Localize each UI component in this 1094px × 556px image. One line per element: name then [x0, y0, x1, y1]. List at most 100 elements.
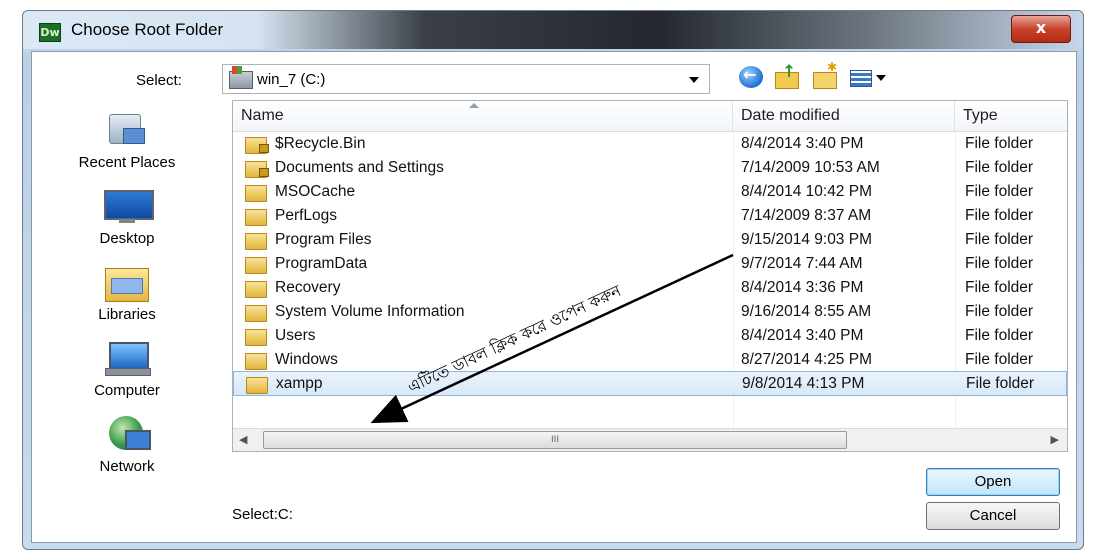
- column-date-label: Date modified: [741, 107, 840, 124]
- scroll-right-icon[interactable]: ▶: [1051, 433, 1059, 446]
- dialog-body: Select: win_7 (C:) Recent Places Desktop…: [31, 51, 1077, 543]
- file-type: File folder: [965, 207, 1034, 224]
- file-row[interactable]: System Volume Information 9/16/2014 8:55 …: [233, 300, 1067, 324]
- file-date-modified: 8/4/2014 3:40 PM: [741, 135, 864, 152]
- folder-icon: [245, 233, 267, 250]
- file-date-modified: 8/4/2014 3:40 PM: [741, 327, 864, 344]
- file-date-modified: 9/16/2014 8:55 AM: [741, 303, 872, 320]
- file-date-modified: 7/14/2009 8:37 AM: [741, 207, 872, 224]
- file-row[interactable]: Windows 8/27/2014 4:25 PM File folder: [233, 348, 1067, 372]
- window-title: Choose Root Folder: [71, 20, 224, 39]
- place-label: Network: [99, 458, 155, 475]
- scroll-thumb[interactable]: III: [263, 431, 847, 449]
- file-type: File folder: [965, 135, 1034, 152]
- sort-ascending-icon: [469, 103, 479, 108]
- select-label: Select:: [136, 72, 182, 89]
- place-libraries[interactable]: Libraries: [32, 262, 222, 323]
- column-name-header[interactable]: Name: [233, 101, 733, 131]
- file-date-modified: 9/8/2014 4:13 PM: [742, 375, 865, 392]
- file-name: ProgramData: [275, 255, 368, 272]
- title-bar[interactable]: Dw Choose Root Folder x: [23, 11, 1083, 49]
- file-date-modified: 9/15/2014 9:03 PM: [741, 231, 872, 248]
- new-folder-icon[interactable]: [813, 60, 837, 89]
- chevron-down-icon[interactable]: [689, 77, 699, 83]
- file-name: $Recycle.Bin: [275, 135, 366, 152]
- file-type: File folder: [965, 279, 1034, 296]
- file-type: File folder: [966, 375, 1035, 392]
- folder-icon: [246, 377, 268, 394]
- location-value: win_7 (C:): [257, 71, 326, 88]
- column-header: Name Date modified Type: [233, 101, 1067, 132]
- file-row[interactable]: Program Files 9/15/2014 9:03 PM File folde…: [233, 228, 1067, 252]
- file-row[interactable]: ProgramData 9/7/2014 7:44 AM File folder: [233, 252, 1067, 276]
- file-type: File folder: [965, 183, 1034, 200]
- file-type: File folder: [965, 351, 1034, 368]
- column-name-label: Name: [241, 107, 284, 124]
- file-list[interactable]: Name Date modified Type $Recycle.Bin 8/4/…: [232, 100, 1068, 452]
- file-name: Windows: [275, 351, 338, 368]
- folder-icon: [245, 257, 267, 274]
- scroll-left-icon[interactable]: ◀: [239, 433, 247, 446]
- file-date-modified: 7/14/2009 10:53 AM: [741, 159, 880, 176]
- places-bar: Recent Places Desktop Libraries Computer…: [32, 102, 222, 482]
- file-date-modified: 9/7/2014 7:44 AM: [741, 255, 863, 272]
- up-folder-icon[interactable]: [775, 62, 799, 89]
- file-type: File folder: [965, 231, 1034, 248]
- folder-icon: [245, 209, 267, 226]
- file-name: Program Files: [275, 231, 372, 248]
- file-name: Recovery: [275, 279, 341, 296]
- file-name: Users: [275, 327, 316, 344]
- place-label: Desktop: [99, 230, 155, 247]
- file-type: File folder: [965, 159, 1034, 176]
- file-name: MSOCache: [275, 183, 356, 200]
- folder-icon: [245, 185, 267, 202]
- file-type: File folder: [965, 303, 1034, 320]
- file-row[interactable]: xampp 9/8/2014 4:13 PM File folder: [233, 371, 1067, 396]
- dreamweaver-app-icon: Dw: [39, 23, 61, 42]
- horizontal-scrollbar[interactable]: ◀ III ▶: [233, 428, 1067, 451]
- place-computer[interactable]: Computer: [32, 338, 222, 399]
- views-menu-icon[interactable]: [850, 66, 892, 88]
- place-network[interactable]: Network: [32, 414, 222, 475]
- column-date-header[interactable]: Date modified: [733, 101, 955, 131]
- file-name: xampp: [276, 375, 323, 392]
- column-type-header[interactable]: Type: [955, 101, 1067, 131]
- desktop-icon: [101, 186, 154, 226]
- network-icon: [101, 414, 153, 454]
- lock-icon: [259, 144, 269, 153]
- place-label: Libraries: [98, 306, 156, 323]
- lock-icon: [259, 168, 269, 177]
- file-row[interactable]: $Recycle.Bin 8/4/2014 3:40 PM File folder: [233, 132, 1067, 156]
- location-dropdown[interactable]: win_7 (C:): [222, 64, 710, 94]
- folder-icon: [245, 353, 267, 370]
- computer-icon: [101, 338, 153, 378]
- file-date-modified: 8/4/2014 3:36 PM: [741, 279, 864, 296]
- cancel-button[interactable]: Cancel: [926, 502, 1060, 530]
- libraries-icon: [101, 262, 153, 302]
- file-name: PerfLogs: [275, 207, 338, 224]
- folder-icon: [245, 281, 267, 298]
- place-desktop[interactable]: Desktop: [32, 186, 222, 247]
- file-name: System Volume Information: [275, 303, 465, 320]
- file-date-modified: 8/4/2014 10:42 PM: [741, 183, 872, 200]
- place-label: Computer: [94, 382, 160, 399]
- file-row[interactable]: PerfLogs 7/14/2009 8:37 AM File folder: [233, 204, 1067, 228]
- file-type: File folder: [965, 255, 1034, 272]
- file-row[interactable]: MSOCache 8/4/2014 10:42 PM File folder: [233, 180, 1067, 204]
- file-rows: $Recycle.Bin 8/4/2014 3:40 PM File folder D…: [233, 132, 1067, 396]
- file-row[interactable]: Recovery 8/4/2014 3:36 PM File folder: [233, 276, 1067, 300]
- place-label: Recent Places: [78, 154, 176, 171]
- folder-icon: [245, 329, 267, 346]
- file-type: File folder: [965, 327, 1034, 344]
- place-recent-places[interactable]: Recent Places: [32, 110, 222, 171]
- back-icon[interactable]: [739, 65, 763, 88]
- selected-path-label: Select:C:: [232, 506, 293, 523]
- drive-icon: [229, 66, 253, 89]
- file-row[interactable]: Users 8/4/2014 3:40 PM File folder: [233, 324, 1067, 348]
- open-button[interactable]: Open: [926, 468, 1060, 496]
- file-name: Documents and Settings: [275, 159, 444, 176]
- file-row[interactable]: Documents and Settings 7/14/2009 10:53 AM…: [233, 156, 1067, 180]
- recent-places-icon: [101, 110, 153, 150]
- close-button[interactable]: x: [1011, 15, 1071, 43]
- column-type-label: Type: [963, 107, 998, 124]
